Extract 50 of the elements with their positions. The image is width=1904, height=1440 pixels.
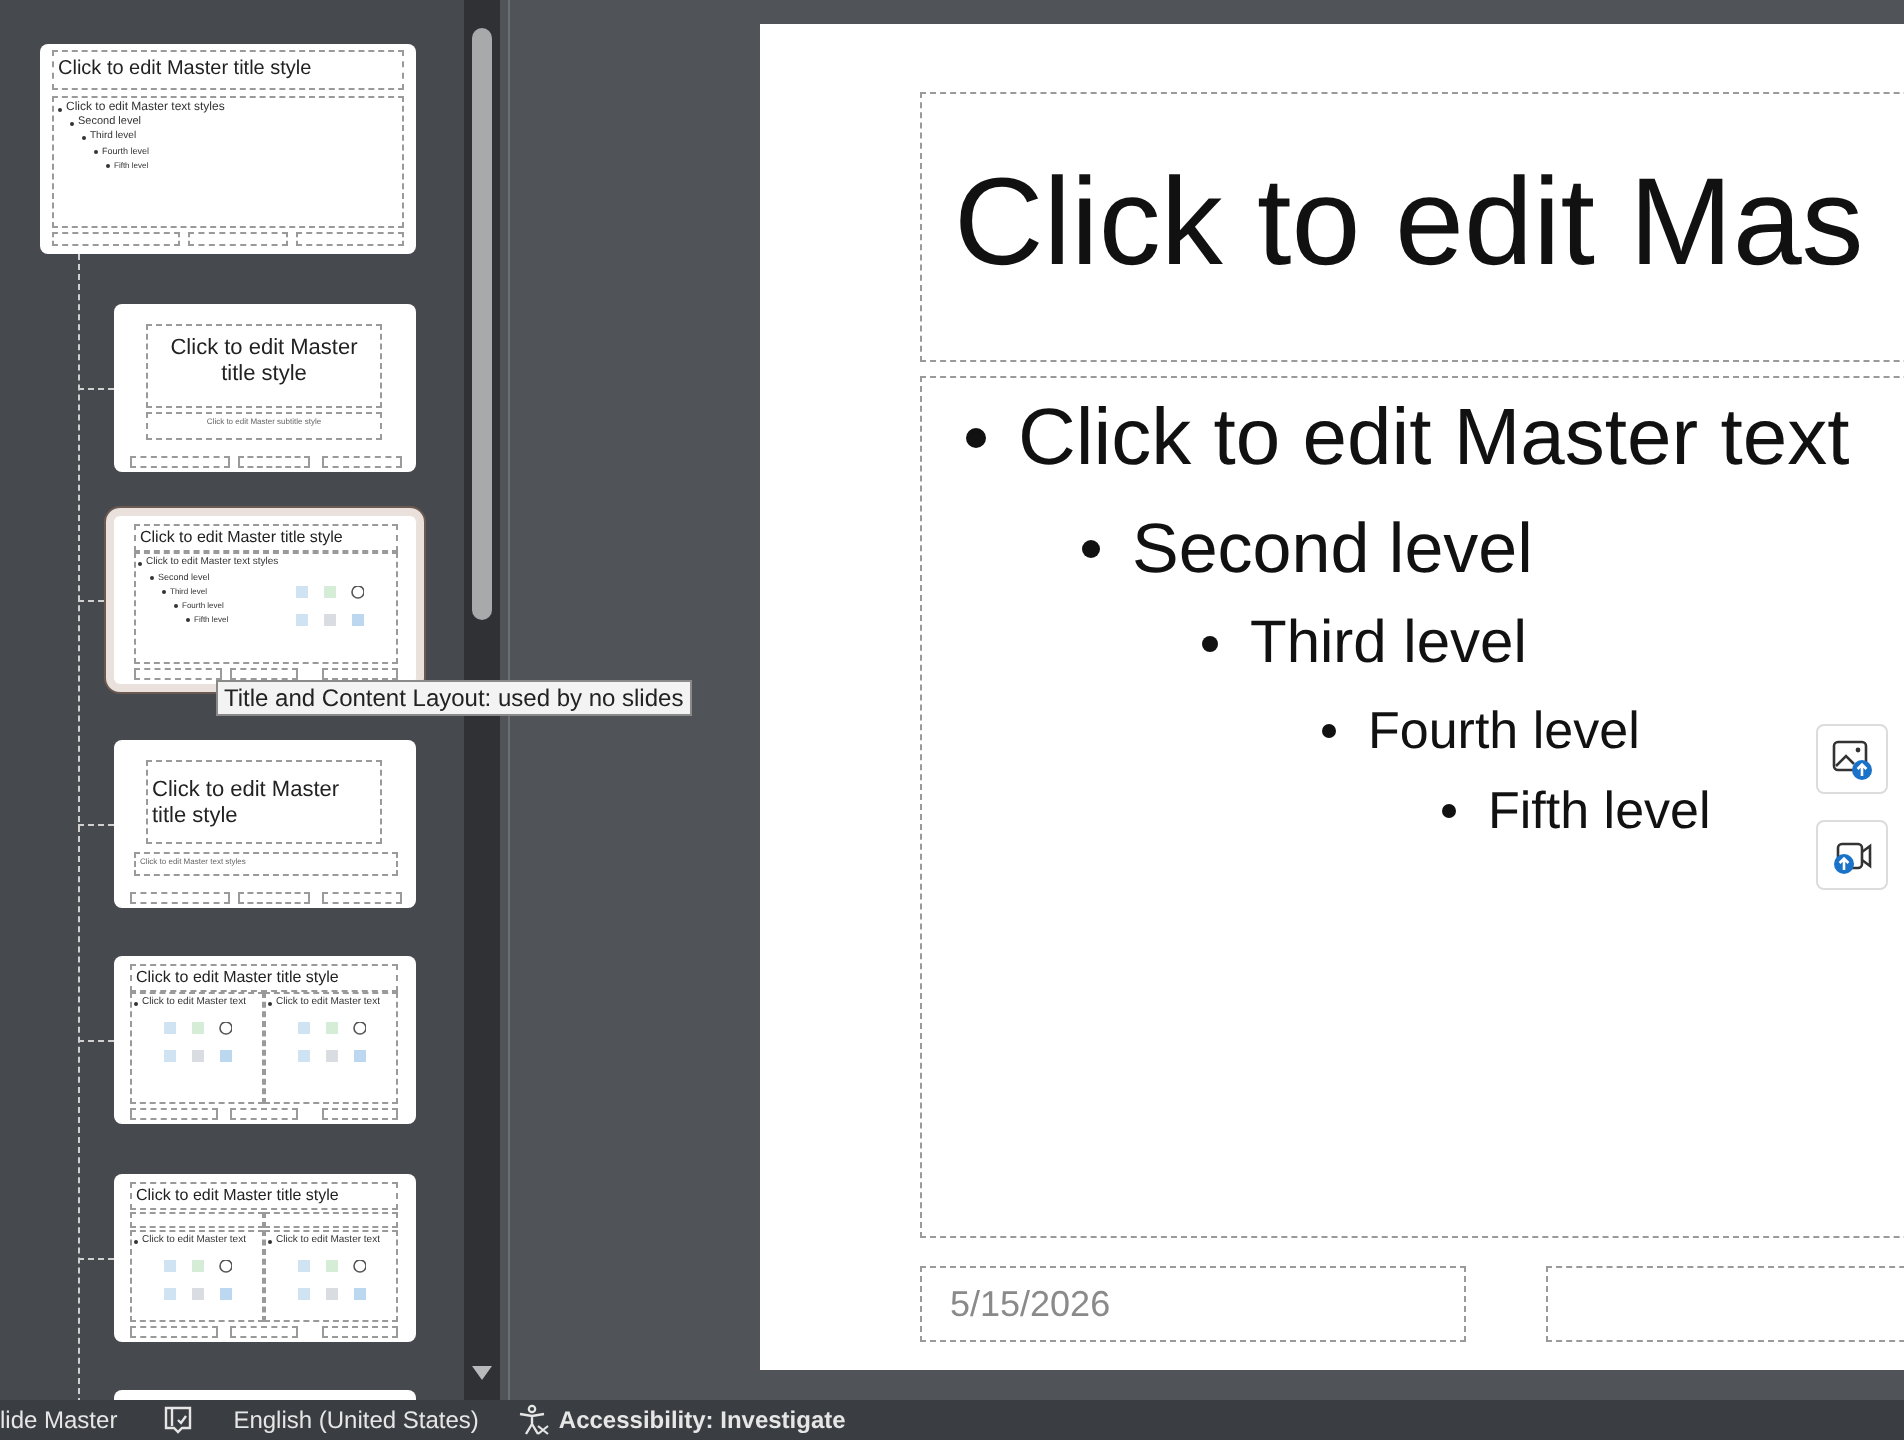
tooltip: Title and Content Layout: used by no slides bbox=[216, 680, 692, 716]
thumbnail-title: Click to edit Master title style bbox=[56, 56, 314, 84]
body-text[interactable]: Second level bbox=[1132, 514, 1533, 584]
slide-canvas[interactable]: Click to edit Mas Click to edit Master text Second level Third level Fourth level Fifth level 5/15/2026 bbox=[760, 24, 1904, 1370]
footer-placeholder bbox=[322, 1326, 398, 1338]
bullet-icon bbox=[1442, 803, 1456, 817]
bullet-icon bbox=[966, 428, 986, 448]
footer-placeholder bbox=[188, 232, 288, 246]
footer-placeholder bbox=[130, 1326, 218, 1338]
footer-placeholder[interactable] bbox=[1546, 1266, 1904, 1342]
footer-placeholder bbox=[322, 456, 402, 468]
view-label[interactable]: lide Master bbox=[0, 1402, 118, 1438]
placeholder-icons-drawing bbox=[298, 1022, 366, 1062]
footer-placeholder bbox=[134, 668, 222, 680]
body-text[interactable]: Third level bbox=[1250, 614, 1527, 674]
footer-placeholder bbox=[238, 456, 310, 468]
footer-placeholder bbox=[296, 232, 404, 246]
footer-placeholder bbox=[130, 1108, 218, 1120]
placeholder-icons-drawing bbox=[164, 1260, 232, 1300]
accessibility-icon[interactable] bbox=[518, 1404, 551, 1436]
book-check-icon[interactable] bbox=[161, 1404, 194, 1436]
scrollbar-thumb[interactable] bbox=[472, 28, 492, 620]
footer-placeholder bbox=[130, 892, 230, 904]
thumbnail-title: Click to edit Master title style bbox=[138, 526, 345, 550]
bullet-icon bbox=[1082, 540, 1100, 558]
thumbnail-title: Click to edit Master title style bbox=[134, 966, 341, 990]
footer-placeholder bbox=[130, 456, 230, 468]
footer-placeholder bbox=[238, 892, 310, 904]
thumbnail-title: Click to edit Master title style bbox=[134, 1184, 341, 1208]
footer-placeholder bbox=[52, 232, 180, 246]
body-text[interactable]: Click to edit Master text bbox=[1018, 398, 1850, 478]
bullet-icon bbox=[1322, 723, 1336, 737]
body-text[interactable]: Fifth level bbox=[1488, 784, 1711, 836]
picture-upload-icon bbox=[1830, 737, 1874, 781]
bullet-icon bbox=[1202, 636, 1218, 652]
footer-placeholder bbox=[230, 1326, 298, 1338]
body-text[interactable]: Fourth level bbox=[1368, 704, 1640, 756]
placeholder-icons-drawing bbox=[296, 586, 364, 626]
footer-placeholder bbox=[322, 1108, 398, 1120]
placeholder-icons-drawing bbox=[164, 1022, 232, 1062]
placeholder-icons-drawing bbox=[298, 1260, 366, 1300]
thumbnail-title: Click to edit Master title style bbox=[168, 334, 360, 390]
thumbnail-title: Click to edit Master title style bbox=[150, 776, 342, 832]
language-button[interactable]: English (United States) bbox=[233, 1402, 479, 1438]
insert-picture-button[interactable] bbox=[1816, 724, 1888, 794]
footer-placeholder bbox=[322, 892, 402, 904]
insert-video-button[interactable] bbox=[1816, 820, 1888, 890]
scroll-down-icon[interactable] bbox=[472, 1366, 492, 1382]
accessibility-button[interactable]: Accessibility: Investigate bbox=[558, 1402, 846, 1438]
footer-placeholder bbox=[230, 1108, 298, 1120]
